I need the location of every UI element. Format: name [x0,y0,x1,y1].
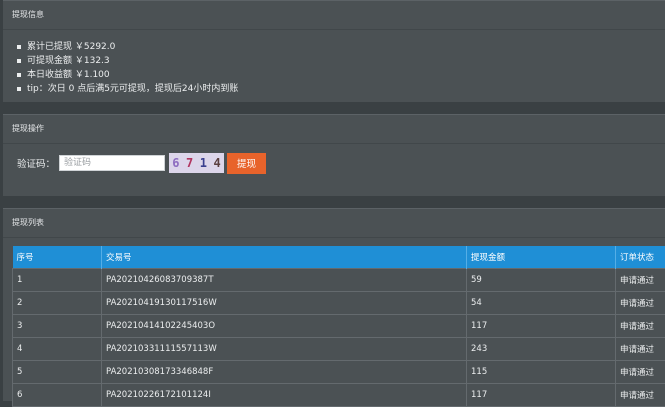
cell-index: 6 [13,384,102,407]
total-withdrawn-item: 累计已提现 ￥5292.0 [17,40,665,54]
cell-transaction-id: PA20210426083709387T [102,269,467,292]
cell-amount: 115 [467,361,616,384]
tip-item: tip：次日 0 点后满5元可提现，提现后24小时内到账 [17,82,665,96]
cell-index: 1 [13,269,102,292]
cell-status: 申请通过 [616,361,665,384]
withdraw-info-list: 累计已提现 ￥5292.0 可提现金额 ￥132.3 本日收益额 ￥1.100 … [3,30,665,96]
table-header-row: 序号 交易号 提现金额 订单状态 [13,246,665,269]
cell-status: 申请通过 [616,292,665,315]
table-row: 2 PA20210419130117516W 54 申请通过 [13,292,665,315]
cell-index: 2 [13,292,102,315]
column-header-transaction-id: 交易号 [102,246,467,269]
withdraw-info-title: 提现信息 [3,1,665,30]
table-row: 1 PA20210426083709387T 59 申请通过 [13,269,665,292]
withdraw-list-title: 提现列表 [3,209,665,238]
table-row: 6 PA20210226172101124I 117 申请通过 [13,384,665,407]
cell-status: 申请通过 [616,269,665,292]
cell-amount: 54 [467,292,616,315]
captcha-char: 4 [214,156,221,170]
column-header-status: 订单状态 [616,246,665,269]
withdraw-table: 序号 交易号 提现金额 订单状态 1 PA20210426083709387T … [12,246,665,407]
captcha-char: 6 [172,156,179,170]
cell-status: 申请通过 [616,338,665,361]
captcha-row: 验证码： 6 7 1 4 提现 [17,153,266,173]
table-row: 5 PA20210308173346848F 115 申请通过 [13,361,665,384]
withdraw-info-panel: 提现信息 累计已提现 ￥5292.0 可提现金额 ￥132.3 本日收益额 ￥1… [3,0,665,102]
captcha-label: 验证码： [17,156,55,170]
today-earnings-item: 本日收益额 ￥1.100 [17,68,665,82]
cell-transaction-id: PA20210414102245403O [102,315,467,338]
cell-index: 5 [13,361,102,384]
captcha-char: 7 [186,156,193,170]
captcha-char: 1 [200,156,207,170]
column-header-amount: 提现金额 [467,246,616,269]
cell-index: 4 [13,338,102,361]
column-header-index: 序号 [13,246,102,269]
withdraw-submit-button[interactable]: 提现 [227,153,266,174]
withdraw-operation-title: 提现操作 [3,115,665,144]
table-row: 4 PA20210331111557113W 243 申请通过 [13,338,665,361]
available-amount-item: 可提现金额 ￥132.3 [17,54,665,68]
withdraw-list-panel: 提现列表 序号 交易号 提现金额 订单状态 1 PA20210426083709… [3,208,665,401]
withdraw-operation-panel: 提现操作 验证码： 6 7 1 4 提现 [3,114,665,196]
cell-transaction-id: PA20210308173346848F [102,361,467,384]
cell-index: 3 [13,315,102,338]
cell-transaction-id: PA20210226172101124I [102,384,467,407]
cell-status: 申请通过 [616,384,665,407]
cell-amount: 117 [467,315,616,338]
cell-status: 申请通过 [616,315,665,338]
captcha-input[interactable] [59,155,165,171]
captcha-image[interactable]: 6 7 1 4 [169,153,224,173]
cell-amount: 117 [467,384,616,407]
cell-transaction-id: PA20210331111557113W [102,338,467,361]
cell-amount: 59 [467,269,616,292]
cell-transaction-id: PA20210419130117516W [102,292,467,315]
cell-amount: 243 [467,338,616,361]
table-row: 3 PA20210414102245403O 117 申请通过 [13,315,665,338]
